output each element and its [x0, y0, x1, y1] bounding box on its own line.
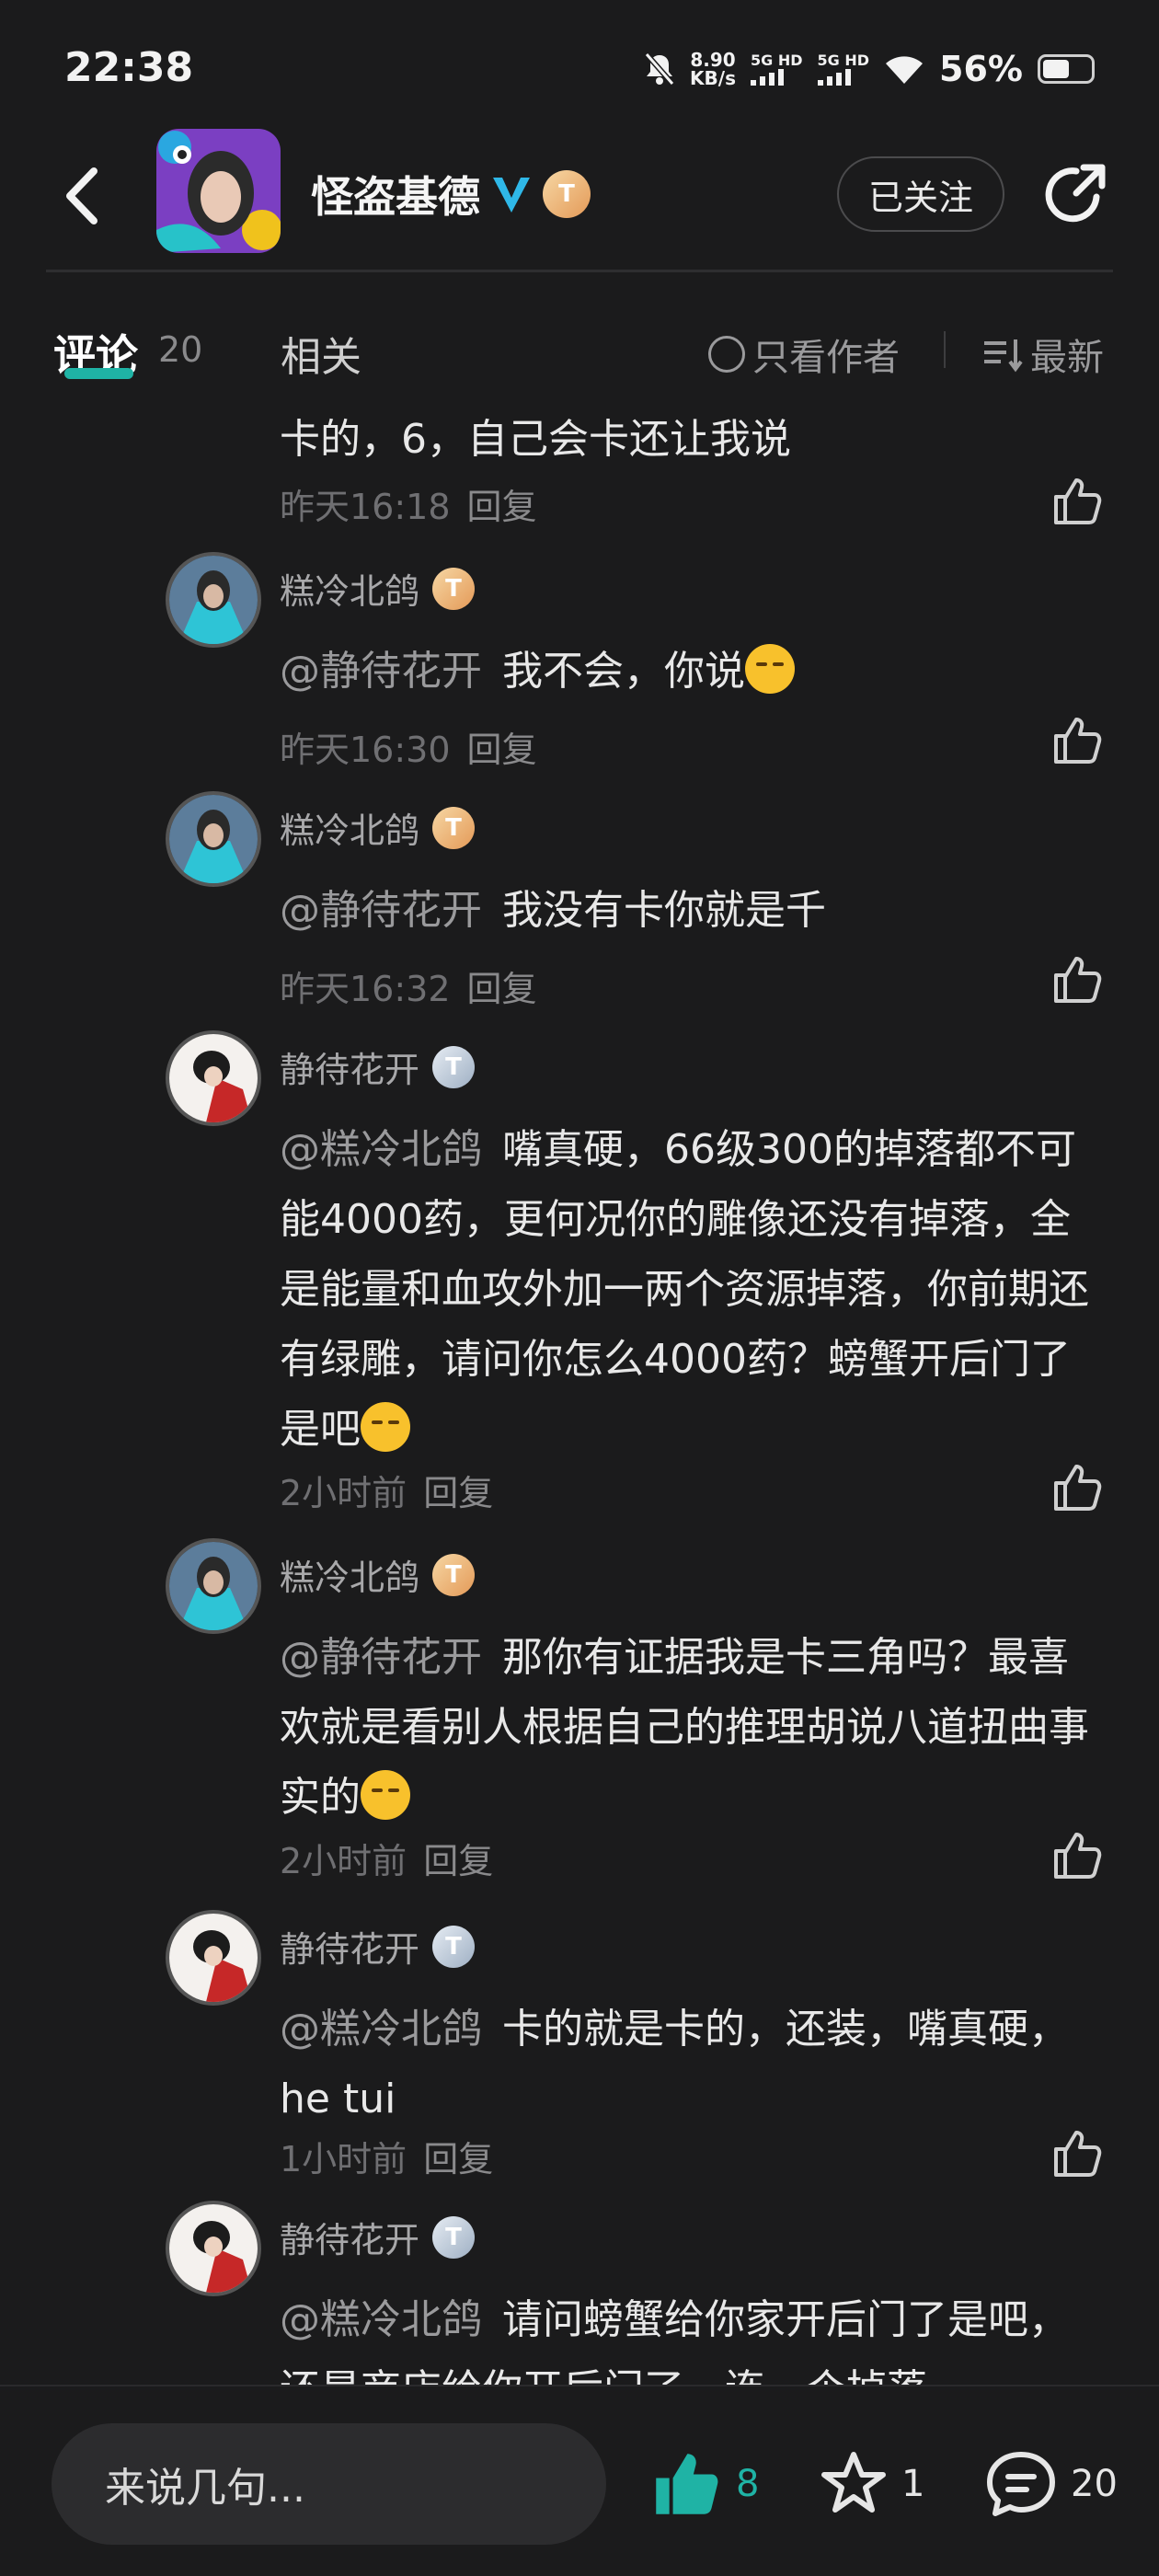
comment-meta: 昨天16:32 回复 [280, 969, 537, 1009]
signal-bars-icon [817, 69, 851, 86]
commenter-name[interactable]: 静待花开 T [280, 1041, 476, 1092]
sim2-signal: 5G HD [817, 52, 869, 86]
commenter-name[interactable]: 糕冷北鸽 T [280, 802, 476, 853]
kissing-face-emoji-icon [361, 1402, 410, 1452]
comment-text: @糕冷北鸽 嘴真硬，66级300的掉落都不可能4000药，更何况你的雕像还没有掉落… [280, 1126, 1089, 1453]
signal-bars-icon [751, 69, 784, 86]
status-time: 22:38 [64, 44, 194, 91]
commenter-name[interactable]: 糕冷北鸽 T [280, 563, 476, 614]
comment-input[interactable]: 来说几句... [52, 2423, 606, 2545]
thumbs-up-icon[interactable] [1050, 953, 1104, 1006]
level-badge-icon: T [432, 2215, 476, 2259]
level-badge-icon: T [432, 806, 476, 849]
reply-button[interactable]: 回复 [423, 1841, 493, 1881]
comment-tabs: 评论 20 相关 只看作者 最新 [0, 313, 1159, 386]
level-badge-icon: T [432, 1045, 476, 1088]
comments-button[interactable]: 20 [984, 2449, 1118, 2519]
commenter-avatar[interactable] [166, 791, 261, 887]
relieved-face-emoji-icon [361, 1770, 410, 1820]
comment-text: @静待花开 我不会，你说 [280, 637, 1107, 707]
net-speed: 8.90 KB/s [690, 49, 736, 89]
mention[interactable]: @糕冷北鸽 [280, 1126, 482, 1173]
comment-item: 静待花开 T @糕冷北鸽请问螃蟹给你家开后门了是吧，还是商店给你开后门了，连一个… [0, 2201, 1159, 2385]
tab-related[interactable]: 相关 [281, 324, 361, 383]
share-icon[interactable] [1039, 160, 1109, 230]
comment-meta: 2小时前 回复 [280, 1841, 494, 1881]
bottom-action-bar: 来说几句... 8 1 20 [0, 2385, 1159, 2576]
comment-meta: 1小时前 回复 [280, 2139, 494, 2179]
author-name: 怪盗基德 [311, 172, 480, 222]
thumbs-up-filled-icon [656, 2454, 718, 2514]
comment-meta: 2小时前 回复 [280, 1473, 494, 1513]
status-bar: 22:38 8.90 KB/s 5G HD 5G HD 56% [0, 0, 1159, 138]
mention[interactable]: @静待花开 [280, 887, 482, 934]
commenter-avatar[interactable] [166, 2201, 261, 2296]
mention[interactable]: @静待花开 [280, 648, 482, 695]
follow-button[interactable]: 已关注 [837, 156, 1004, 232]
star-icon [821, 2452, 886, 2513]
reply-button[interactable]: 回复 [467, 487, 537, 527]
thumbs-up-icon[interactable] [1050, 1461, 1104, 1514]
tab-separator [944, 331, 946, 368]
sort-lines-icon [984, 339, 1023, 373]
verified-v-icon [493, 178, 530, 213]
like-button[interactable]: 8 [649, 2449, 759, 2519]
mute-bell-icon [644, 52, 675, 86]
level-badge-icon: T [432, 567, 476, 610]
battery-percent: 56% [939, 49, 1023, 89]
only-author-toggle[interactable]: 只看作者 [708, 328, 900, 381]
author-avatar[interactable] [156, 129, 281, 253]
reply-button[interactable]: 回复 [423, 2139, 493, 2179]
reply-button[interactable]: 回复 [467, 969, 537, 1009]
back-arrow-icon[interactable] [57, 164, 112, 228]
reply-button[interactable]: 回复 [467, 730, 537, 770]
level-badge-icon: T [432, 1553, 476, 1596]
commenter-avatar[interactable] [166, 552, 261, 648]
thumbs-up-icon[interactable] [1050, 475, 1104, 528]
commenter-avatar[interactable] [166, 1910, 261, 2006]
wifi-icon [886, 56, 924, 84]
status-icons: 8.90 KB/s 5G HD 5G HD 56% [644, 46, 1095, 92]
commenter-avatar[interactable] [166, 1030, 261, 1126]
comment-text: @静待花开 我没有卡你就是千 [280, 887, 826, 934]
comment-meta: 昨天16:18 回复 [280, 487, 537, 527]
level-badge-icon: T [543, 170, 591, 218]
post-header: 怪盗基德 T 已关注 [0, 129, 1159, 267]
comment-text: @静待花开 那你有证据我是卡三角吗？最喜欢就是看别人根据自己的推理胡说八道扭曲事实… [280, 1634, 1089, 1821]
relieved-face-emoji-icon [745, 644, 795, 694]
comment-text: @糕冷北鸽 卡的就是卡的，还装，嘴真硬，he tui [280, 2006, 1069, 2122]
thumbs-up-icon[interactable] [1050, 1829, 1104, 1882]
comment-bubble-icon [987, 2452, 1055, 2516]
commenter-name[interactable]: 糕冷北鸽 T [280, 1549, 476, 1600]
mention[interactable]: @糕冷北鸽 [280, 2006, 482, 2053]
sort-toggle[interactable]: 最新 [982, 328, 1104, 381]
tab-active-indicator [64, 368, 133, 379]
comment-text: @糕冷北鸽请问螃蟹给你家开后门了是吧，还是商店给你开后门了，连一个掉落 [280, 2296, 1069, 2385]
favorite-button[interactable]: 1 [819, 2449, 924, 2519]
mention[interactable]: @静待花开 [280, 1634, 482, 1681]
mention[interactable]: @糕冷北鸽 [280, 2296, 482, 2343]
author-title[interactable]: 怪盗基德 T [311, 164, 591, 224]
commenter-name[interactable]: 静待花开 T [280, 2212, 476, 2262]
radio-circle-icon [708, 336, 745, 373]
tab-comments-count: 20 [158, 329, 203, 370]
thumbs-up-icon[interactable] [1050, 714, 1104, 767]
level-badge-icon: T [432, 1925, 476, 1968]
reply-button[interactable]: 回复 [423, 1473, 493, 1513]
commenter-name[interactable]: 静待花开 T [280, 1921, 476, 1972]
sim1-signal: 5G HD [751, 52, 803, 86]
battery-icon [1038, 54, 1095, 84]
commenter-avatar[interactable] [166, 1538, 261, 1634]
header-divider [46, 270, 1113, 272]
comment-text: 卡的，6，自己会卡还让我说 [280, 416, 791, 463]
thumbs-up-icon[interactable] [1050, 2127, 1104, 2180]
comment-meta: 昨天16:30 回复 [280, 730, 537, 770]
